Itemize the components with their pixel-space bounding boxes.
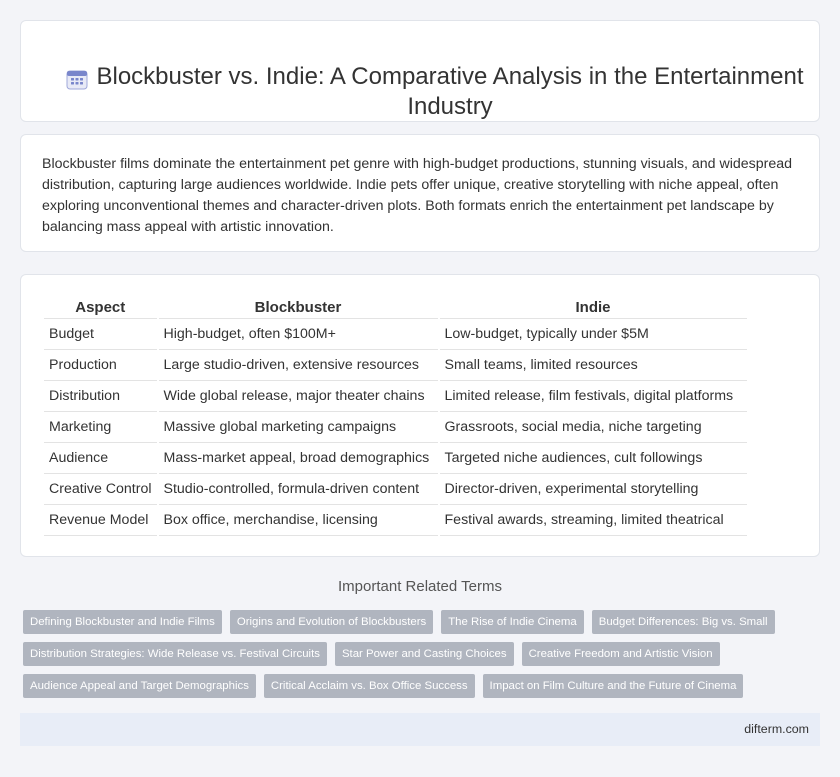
cell-blockbuster: Mass-market appeal, broad demographics (158, 443, 438, 474)
related-term-tag[interactable]: Critical Acclaim vs. Box Office Success (263, 674, 475, 698)
cell-indie: Director-driven, experimental storytelli… (439, 474, 747, 505)
table-header-row: Aspect Blockbuster Indie (44, 295, 747, 319)
table-row: Budget High-budget, often $100M+ Low-budge… (44, 319, 747, 350)
related-terms-row: Defining Blockbuster and Indie Films Orig… (23, 610, 823, 634)
header-card: Blockbuster vs. Indie: A Comparative Ana… (20, 20, 820, 122)
related-term-tag[interactable]: Audience Appeal and Target Demographics (23, 674, 256, 698)
footer: difterm.com (20, 713, 820, 746)
cell-indie: Targeted niche audiences, cult following… (439, 443, 747, 474)
cell-indie: Limited release, film festivals, digital… (439, 381, 747, 412)
cell-aspect: Budget (44, 319, 157, 350)
table-row: Production Large studio-driven, extensive… (44, 350, 747, 381)
related-term-tag[interactable]: Impact on Film Culture and the Future of… (482, 674, 744, 698)
cell-blockbuster: Wide global release, major theater chain… (158, 381, 438, 412)
cell-aspect: Distribution (44, 381, 157, 412)
intro-card: Blockbuster films dominate the entertain… (20, 134, 820, 252)
cell-aspect: Marketing (44, 412, 157, 443)
related-term-tag[interactable]: Origins and Evolution of Blockbusters (229, 610, 434, 634)
cell-aspect: Revenue Model (44, 505, 157, 536)
table-row: Distribution Wide global release, major t… (44, 381, 747, 412)
cell-blockbuster: Box office, merchandise, licensing (158, 505, 438, 536)
column-header-blockbuster: Blockbuster (158, 295, 438, 319)
page-title: Blockbuster vs. Indie: A Comparative Ana… (96, 63, 804, 120)
cell-aspect: Creative Control (44, 474, 157, 505)
cell-aspect: Production (44, 350, 157, 381)
cell-indie: Grassroots, social media, niche targetin… (439, 412, 747, 443)
cell-blockbuster: High-budget, often $100M+ (158, 319, 438, 350)
cell-indie: Low-budget, typically under $5M (439, 319, 747, 350)
comparison-table: Aspect Blockbuster Indie Budget High-budg… (42, 295, 749, 536)
table-row: Marketing Massive global marketing campai… (44, 412, 747, 443)
related-terms-list: Defining Blockbuster and Indie Films Orig… (23, 610, 823, 706)
related-terms-row: Audience Appeal and Target Demographics C… (23, 674, 823, 698)
comparison-card: Aspect Blockbuster Indie Budget High-budg… (20, 274, 820, 557)
cell-indie: Small teams, limited resources (439, 350, 747, 381)
cell-blockbuster: Large studio-driven, extensive resources (158, 350, 438, 381)
related-terms-row: Distribution Strategies: Wide Release vs… (23, 642, 823, 666)
cell-blockbuster: Massive global marketing campaigns (158, 412, 438, 443)
cell-blockbuster: Studio-controlled, formula-driven conten… (158, 474, 438, 505)
cell-indie: Festival awards, streaming, limited thea… (439, 505, 747, 536)
calendar-icon (66, 70, 88, 90)
table-row: Audience Mass-market appeal, broad demogr… (44, 443, 747, 474)
related-term-tag[interactable]: Star Power and Casting Choices (334, 642, 514, 666)
related-terms-title: Important Related Terms (338, 578, 502, 595)
related-term-tag[interactable]: Budget Differences: Big vs. Small (591, 610, 775, 634)
column-header-indie: Indie (439, 295, 747, 319)
related-term-tag[interactable]: Defining Blockbuster and Indie Films (23, 610, 222, 634)
related-term-tag[interactable]: Creative Freedom and Artistic Vision (521, 642, 720, 666)
cell-aspect: Audience (44, 443, 157, 474)
related-term-tag[interactable]: Distribution Strategies: Wide Release vs… (23, 642, 327, 666)
table-row: Revenue Model Box office, merchandise, li… (44, 505, 747, 536)
column-header-aspect: Aspect (44, 295, 157, 319)
intro-paragraph: Blockbuster films dominate the entertain… (42, 156, 793, 235)
related-term-tag[interactable]: The Rise of Indie Cinema (441, 610, 584, 634)
footer-site-link[interactable]: difterm.com (744, 722, 809, 736)
table-row: Creative Control Studio-controlled, formu… (44, 474, 747, 505)
